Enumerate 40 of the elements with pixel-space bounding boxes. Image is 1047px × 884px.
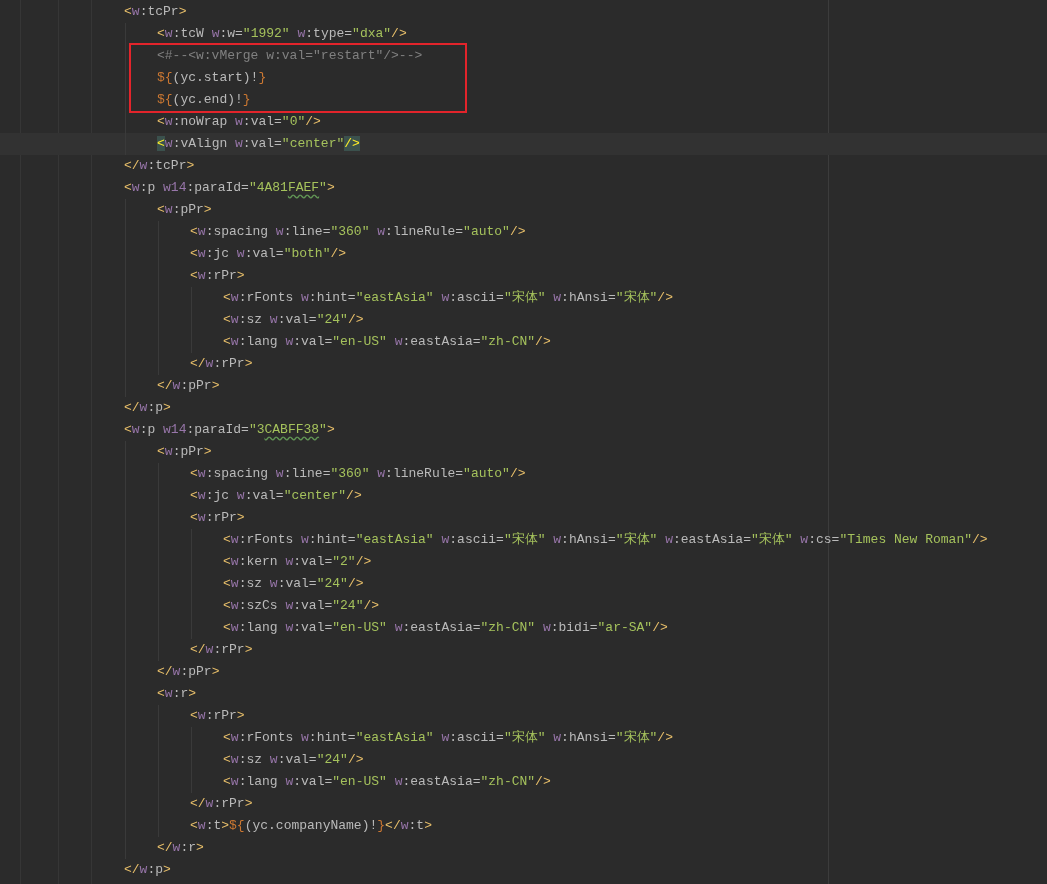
code-line: <w:noWrap w:val="0"/> <box>157 113 321 131</box>
code-line: <w:rFonts w:hint="eastAsia" w:ascii="宋体" w:hAnsi="宋体"/> <box>223 729 673 747</box>
code-line: <w:spacing w:line="360" w:lineRule="auto"/> <box>190 465 526 483</box>
code-line: <w:rPr> <box>190 707 245 725</box>
code-line: <w:p w14:paraId="3CABFF38"> <box>124 421 335 439</box>
code-line: <w:spacing w:line="360" w:lineRule="auto"/> <box>190 223 526 241</box>
code-line: <w:sz w:val="24"/> <box>223 575 364 593</box>
code-line: <w:rFonts w:hint="eastAsia" w:ascii="宋体" w:hAnsi="宋体"/> <box>223 289 673 307</box>
code-line: <w:tcPr> <box>124 3 187 21</box>
code-line: </w:pPr> <box>157 377 220 395</box>
code-line: <w:r> <box>157 685 197 703</box>
code-line: </w:tcPr> <box>124 157 195 175</box>
code-line: <w:rFonts w:hint="eastAsia" w:ascii="宋体" w:hAnsi="宋体" w:eastAsia="宋体" w:cs="Times New Roman"/> <box>223 531 988 549</box>
code-line: </w:rPr> <box>190 641 253 659</box>
code-line: <w:rPr> <box>190 267 245 285</box>
code-line: <w:jc w:val="both"/> <box>190 245 347 263</box>
code-line: <w:p w14:paraId="4A81FAEF"> <box>124 179 335 197</box>
code-line: <w:rPr> <box>190 509 245 527</box>
code-line: </w:pPr> <box>157 663 220 681</box>
code-line: <w:vAlign w:val="center"/> <box>157 135 360 153</box>
code-line: <w:jc w:val="center"/> <box>190 487 362 505</box>
code-line: <w:tcW w:w="1992" w:type="dxa"/> <box>157 25 407 43</box>
code-line: <w:sz w:val="24"/> <box>223 751 364 769</box>
code-line: <w:t>${(yc.companyName)!}</w:t> <box>190 817 432 835</box>
code-line: </w:r> <box>157 839 204 857</box>
code-line: <#--<w:vMerge w:val="restart"/>--> <box>157 47 423 65</box>
code-line: <w:lang w:val="en-US" w:eastAsia="zh-CN"/> <box>223 773 551 791</box>
code-line: <w:pPr> <box>157 443 212 461</box>
code-line: <w:szCs w:val="24"/> <box>223 597 380 615</box>
code-line: </w:p> <box>124 861 171 879</box>
code-line: <w:lang w:val="en-US" w:eastAsia="zh-CN" w:bidi="ar-SA"/> <box>223 619 668 637</box>
code-line: ${(yc.start)!} <box>157 69 267 87</box>
code-line: </w:rPr> <box>190 795 253 813</box>
code-line: ${(yc.end)!} <box>157 91 251 109</box>
code-line: </w:rPr> <box>190 355 253 373</box>
code-line: <w:pPr> <box>157 201 212 219</box>
code-line: </w:p> <box>124 399 171 417</box>
code-line: <w:kern w:val="2"/> <box>223 553 372 571</box>
code-line: <w:sz w:val="24"/> <box>223 311 364 329</box>
code-line: <w:lang w:val="en-US" w:eastAsia="zh-CN"/> <box>223 333 551 351</box>
